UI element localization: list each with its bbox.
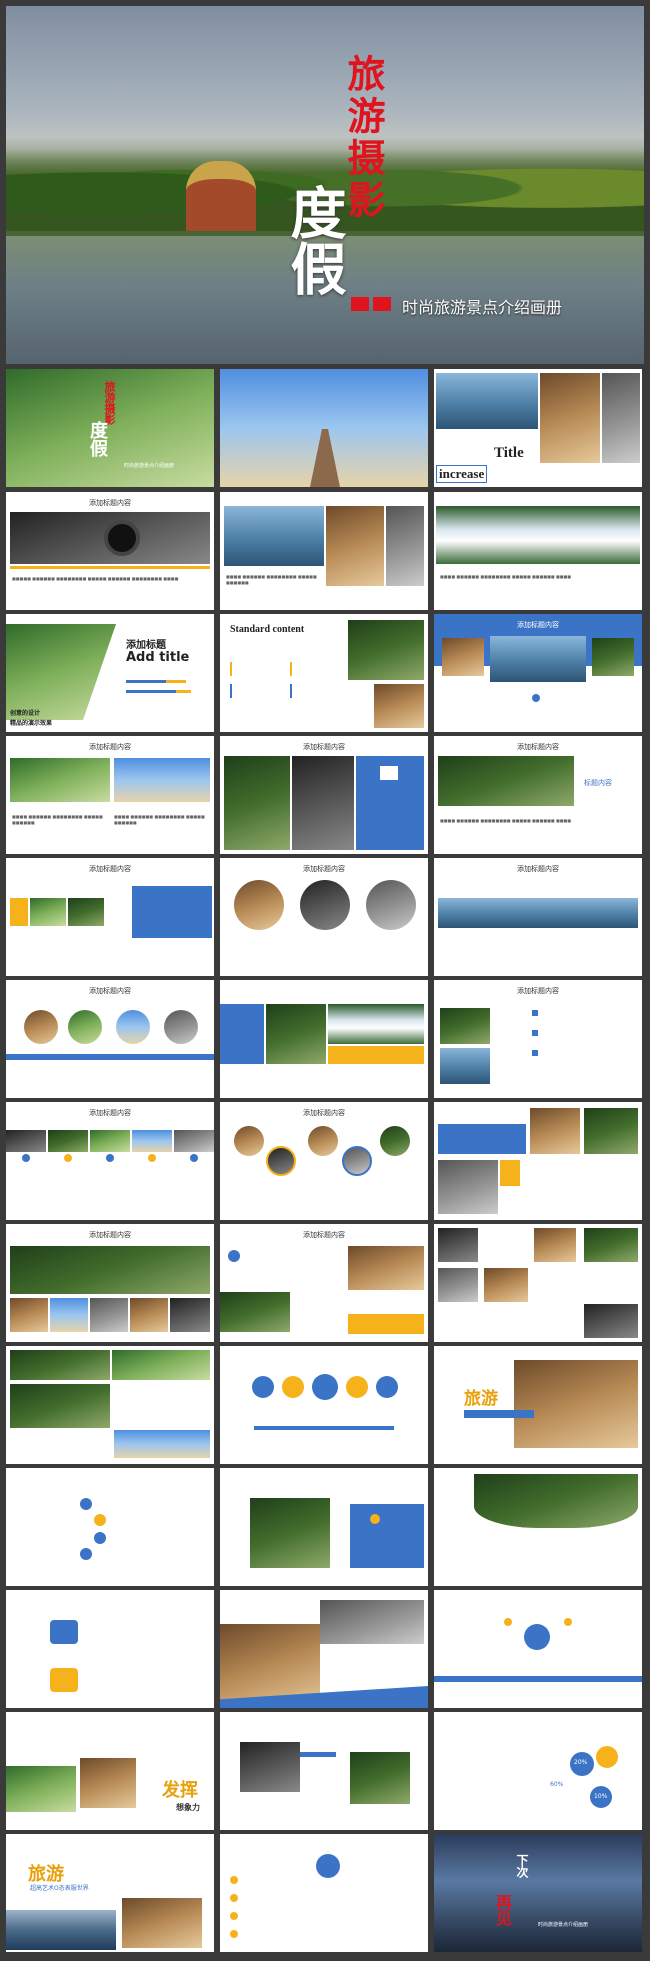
- thumb-brand-2: 旅游: [28, 1864, 64, 1885]
- thumb-header: 添加标题内容: [89, 865, 131, 873]
- slide-thumb-18[interactable]: 添加标题内容: [434, 980, 642, 1098]
- slide-thumb-29[interactable]: [220, 1468, 428, 1586]
- thumb-header: 添加标题内容: [517, 987, 559, 995]
- slide-thumb-7[interactable]: 添加标题 Add title 创意的设计 精品的演示效果: [6, 614, 214, 732]
- slide-thumb-32[interactable]: [220, 1590, 428, 1708]
- thumb-increase: increase: [436, 465, 488, 483]
- thumb-brand: 旅游: [464, 1389, 498, 1409]
- slide-thumb-11[interactable]: 添加标题内容: [220, 736, 428, 854]
- thumb-header: 添加标题内容: [303, 1109, 345, 1117]
- slide-thumb-9[interactable]: 添加标题内容: [434, 614, 642, 732]
- slide-thumb-31[interactable]: [6, 1590, 214, 1708]
- thumb-goodbye: 再见: [493, 1894, 512, 1926]
- thumb-xiangxiangli: 想象力: [176, 1803, 200, 1812]
- thumb-label: 标题内容: [584, 779, 612, 787]
- thumb-header: 添加标题内容: [89, 987, 131, 995]
- percent-c: 10%: [594, 1793, 608, 1800]
- thumb-caption-2: 精品的演示效果: [10, 720, 53, 727]
- thumb-header: 添加标题内容: [303, 1231, 345, 1239]
- slide-thumb-5[interactable]: ■■■■ ■■■■■■ ■■■■■■■■ ■■■■■ ■■■■■■: [220, 492, 428, 610]
- thumb-header: 添加标题内容: [517, 865, 559, 873]
- thumb-caption-1: 创意的设计: [10, 710, 41, 717]
- thumb-header-9: 添加标题内容: [517, 621, 559, 629]
- slide-thumb-24[interactable]: [434, 1224, 642, 1342]
- thumb-header: 添加标题内容: [89, 1231, 131, 1239]
- thumb-header: 添加标题内容: [303, 743, 345, 751]
- slide-thumb-13[interactable]: 添加标题内容: [6, 858, 214, 976]
- thumb-header: 添加标题内容: [89, 743, 131, 751]
- slide-thumb-8[interactable]: Standard content: [220, 614, 428, 732]
- thumb-brand-sub: 超高艺术O态表服世界: [30, 1885, 89, 1892]
- slide-thumb-25[interactable]: [6, 1346, 214, 1464]
- slide-thumb-36[interactable]: 20% 10% 60%: [434, 1712, 642, 1830]
- slide-thumb-21[interactable]: [434, 1102, 642, 1220]
- slide-thumb-34[interactable]: 发挥 想象力: [6, 1712, 214, 1830]
- slide-gallery: 旅游摄影 度假 时尚旅游景点介绍画册 旅游摄影 度假 时尚旅游景点介绍画册 Ti…: [0, 0, 650, 1961]
- slide-thumb-19[interactable]: 添加标题内容: [6, 1102, 214, 1220]
- percent-a: 20%: [574, 1759, 588, 1766]
- percent-b: 60%: [550, 1781, 564, 1788]
- slide-thumb-15[interactable]: 添加标题内容: [434, 858, 642, 976]
- slide-thumb-37[interactable]: 旅游 超高艺术O态表服世界: [6, 1834, 214, 1952]
- thumb-end-subtitle: 时尚旅游景点介绍画册: [538, 1922, 589, 1928]
- thumb-add-title: 添加标题: [126, 640, 166, 651]
- thumb-header: 添加标题内容: [89, 1109, 131, 1117]
- slide-thumb-14[interactable]: 添加标题内容: [220, 858, 428, 976]
- cover-title-big: 度假: [281, 184, 347, 296]
- slide-thumb-12[interactable]: 添加标题内容 标题内容 ■■■■ ■■■■■■ ■■■■■■■■ ■■■■■ ■…: [434, 736, 642, 854]
- slide-thumb-33[interactable]: [434, 1590, 642, 1708]
- slide-thumb-23[interactable]: 添加标题内容: [220, 1224, 428, 1342]
- slide-thumb-2[interactable]: [220, 369, 428, 487]
- cover-subtitle: 时尚旅游景点介绍画册: [402, 300, 563, 317]
- slide-thumb-4[interactable]: 添加标题内容 ■■■■■ ■■■■■■ ■■■■■■■■ ■■■■■ ■■■■■…: [6, 492, 214, 610]
- slide-thumb-22[interactable]: 添加标题内容: [6, 1224, 214, 1342]
- thumb-header: 添加标题内容: [303, 865, 345, 873]
- slide-thumb-16[interactable]: 添加标题内容: [6, 980, 214, 1098]
- slide-thumb-3[interactable]: Title increase: [434, 369, 642, 487]
- cover-church: [186, 161, 256, 231]
- cover-red-blocks: [351, 296, 395, 311]
- slide-thumb-20[interactable]: 添加标题内容: [220, 1102, 428, 1220]
- slide-thumb-1[interactable]: 旅游摄影 度假 时尚旅游景点介绍画册: [6, 369, 214, 487]
- slide-thumb-26[interactable]: [220, 1346, 428, 1464]
- thumb-title-vertical: 旅游摄影: [103, 381, 116, 425]
- slide-thumb-39[interactable]: 下次 再见 时尚旅游景点介绍画册: [434, 1834, 642, 1952]
- thumb-header: 添加标题内容: [89, 499, 131, 507]
- thumb-header: 添加标题内容: [517, 743, 559, 751]
- slide-thumb-6[interactable]: ■■■■ ■■■■■■ ■■■■■■■■ ■■■■■ ■■■■■■ ■■■■: [434, 492, 642, 610]
- thumb-subtitle: 时尚旅游景点介绍画册: [124, 463, 175, 469]
- slide-thumb-35[interactable]: [220, 1712, 428, 1830]
- thumb-title-big: 度假: [87, 421, 108, 457]
- thumb-title-en: Title: [494, 445, 524, 461]
- slide-thumb-38[interactable]: [220, 1834, 428, 1952]
- thumb-next-time: 下次: [515, 1854, 529, 1878]
- cover-slide[interactable]: 旅游摄影 度假 时尚旅游景点介绍画册: [6, 6, 644, 364]
- slide-thumb-28[interactable]: [6, 1468, 214, 1586]
- thumb-fahui: 发挥: [162, 1780, 198, 1801]
- slide-thumb-27[interactable]: 旅游: [434, 1346, 642, 1464]
- slide-thumb-10[interactable]: 添加标题内容 ■■■■ ■■■■■■ ■■■■■■■■ ■■■■■ ■■■■■■…: [6, 736, 214, 854]
- thumb-standard-content: Standard content: [230, 624, 305, 635]
- thumb-add-title-en: Add title: [126, 650, 190, 665]
- slide-thumb-17[interactable]: [220, 980, 428, 1098]
- slide-thumb-30[interactable]: [434, 1468, 642, 1586]
